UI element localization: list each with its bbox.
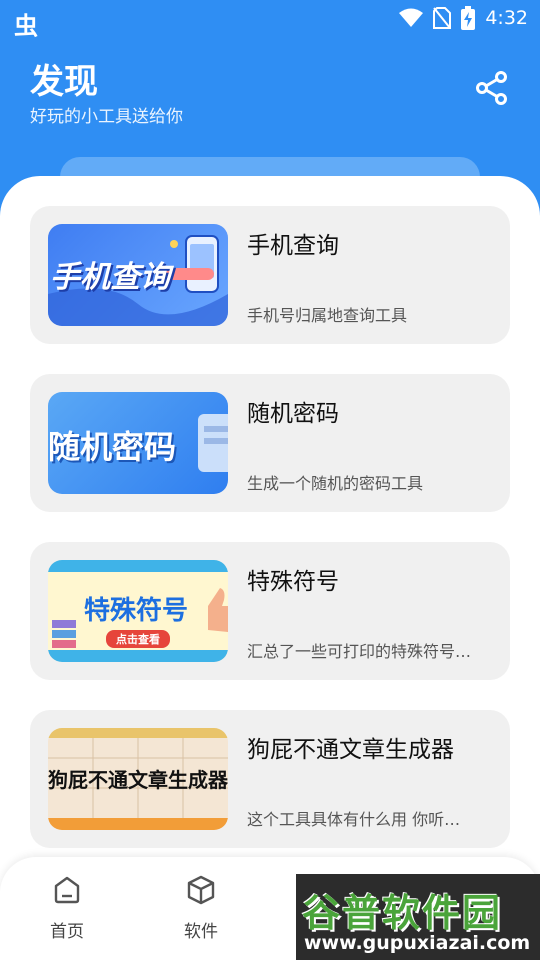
- status-time: 4:32: [485, 7, 528, 29]
- tool-title: 随机密码: [247, 401, 339, 427]
- share-button[interactable]: [474, 70, 510, 106]
- thumbnail-text: 狗屁不通文章生成器: [48, 768, 228, 792]
- watermark-title: 谷普软件园: [302, 891, 503, 935]
- tool-thumbnail: 随机密码: [48, 392, 228, 494]
- tool-thumbnail: 狗屁不通文章生成器: [48, 728, 228, 830]
- status-bar: 虫 4:32: [0, 0, 540, 40]
- status-icons: 4:32: [399, 6, 528, 30]
- home-icon: [54, 876, 80, 904]
- wifi-icon: [399, 8, 424, 27]
- page-title: 发现: [30, 62, 98, 102]
- battery-charging-icon: [461, 6, 476, 30]
- site-watermark: 谷普软件园 www.gupuxiazai.com: [296, 874, 540, 960]
- tool-card-article-generator[interactable]: 狗屁不通文章生成器 狗屁不通文章生成器 这个工具具体有什么用 你听…: [30, 710, 510, 848]
- box-icon: [187, 875, 215, 905]
- tool-thumbnail: 手机查询: [48, 224, 228, 326]
- page-subtitle: 好玩的小工具送给你: [30, 107, 183, 127]
- nav-label: 首页: [50, 922, 84, 942]
- tool-title: 手机查询: [247, 233, 339, 259]
- nav-home[interactable]: 首页: [22, 875, 112, 942]
- tool-thumbnail: 特殊符号 点击查看: [48, 560, 228, 662]
- tool-card-special-symbols[interactable]: 特殊符号 点击查看 特殊符号 汇总了一些可打印的特殊符号…: [30, 542, 510, 680]
- share-icon: [476, 71, 507, 105]
- tool-description: 生成一个随机的密码工具: [247, 474, 424, 493]
- no-sim-icon: [433, 7, 452, 29]
- tool-card-phone-lookup[interactable]: 手机查询 手机查询 手机号归属地查询工具: [30, 206, 510, 344]
- tool-card-random-password[interactable]: 随机密码 随机密码 生成一个随机的密码工具: [30, 374, 510, 512]
- tool-description: 汇总了一些可打印的特殊符号…: [247, 642, 472, 661]
- tool-description: 这个工具具体有什么用 你听…: [247, 810, 461, 829]
- nav-software[interactable]: 软件: [156, 875, 246, 942]
- tool-title: 特殊符号: [247, 569, 339, 595]
- watermark-url: www.gupuxiazai.com: [304, 932, 531, 954]
- thumbnail-text: 手机查询: [50, 260, 170, 295]
- tool-title: 狗屁不通文章生成器: [247, 737, 454, 763]
- thumbnail-button: 点击查看: [106, 630, 170, 648]
- nav-label: 软件: [184, 922, 218, 942]
- thumbnail-text: 随机密码: [48, 428, 177, 466]
- tool-description: 手机号归属地查询工具: [247, 306, 408, 325]
- thumbnail-text: 特殊符号: [84, 596, 189, 626]
- app-notification-icon: 虫: [14, 12, 38, 40]
